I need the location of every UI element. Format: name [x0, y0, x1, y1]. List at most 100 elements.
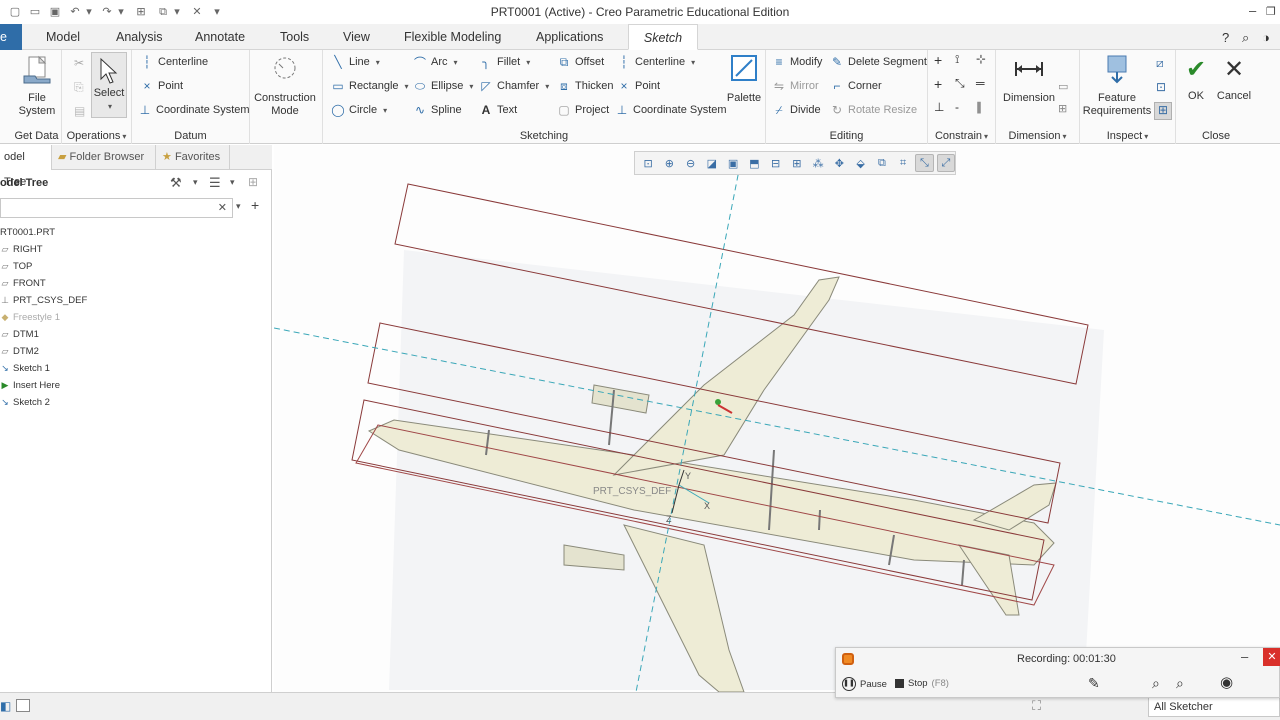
sketch-centerline-dropdown-icon[interactable]: ▾	[691, 58, 695, 67]
symmetric-constraint-icon[interactable]: -	[955, 100, 959, 114]
modify-button[interactable]: ≡ Modify	[772, 52, 822, 72]
arc-dropdown-icon[interactable]: ▾	[454, 58, 458, 67]
sketcher-display-filters-icon[interactable]: ⌗	[894, 154, 912, 172]
reference-dimension-icon[interactable]: ⊞	[1058, 102, 1067, 115]
datum-display-filters-icon[interactable]: ⁂	[809, 154, 827, 172]
operations-group-label[interactable]: Operations ▾	[62, 130, 131, 142]
pause-button[interactable]: ❚❚ Pause	[842, 677, 887, 691]
chamfer-dropdown-icon[interactable]: ▾	[545, 82, 549, 91]
divide-button[interactable]: ⌿ Divide	[772, 100, 820, 120]
tab-favorites[interactable]: ★ Favorites	[158, 145, 230, 170]
tree-item-insert-here[interactable]: ▶ Insert Here	[0, 377, 60, 394]
tab-model[interactable]: Model	[42, 24, 84, 50]
tree-item-right[interactable]: ▱ RIGHT	[0, 241, 43, 258]
delete-segment-button[interactable]: ✎ Delete Segment	[830, 52, 927, 72]
ellipse-button[interactable]: ⬭ Ellipse ▾	[413, 76, 474, 96]
line-dropdown-icon[interactable]: ▾	[376, 58, 380, 67]
tab-folder-browser[interactable]: ▰ Folder Browser	[54, 145, 156, 170]
user-icon[interactable]: ◑	[1262, 30, 1270, 45]
tree-search-input[interactable]: ✕	[0, 198, 233, 218]
fillet-button[interactable]: ╮ Fillet ▾	[479, 52, 530, 72]
chamfer-button[interactable]: ◸ Chamfer ▾	[479, 76, 549, 96]
tree-columns-dropdown-icon[interactable]: ▾	[230, 177, 235, 188]
parallel-constraint-icon[interactable]: ∥	[976, 100, 982, 114]
sketch-view-icon[interactable]: ⧉	[873, 154, 891, 172]
horizontal-constraint-icon[interactable]: +	[934, 76, 942, 92]
minimize-icon[interactable]: –	[1249, 3, 1256, 18]
inspect-group-label[interactable]: Inspect ▾	[1080, 130, 1175, 142]
cut-icon[interactable]: ✂	[74, 56, 84, 70]
tree-item-dtm1[interactable]: ▱ DTM1	[0, 326, 39, 343]
zoom-in-icon[interactable]: ⊕	[660, 154, 678, 172]
zoom-tool-icon[interactable]: ⌕	[1152, 675, 1160, 692]
line-button[interactable]: ╲ Line ▾	[331, 52, 380, 72]
tree-columns-icon[interactable]: ☰	[209, 175, 221, 191]
show-constraints-icon[interactable]: ⤡	[915, 154, 934, 172]
camera-icon[interactable]: ◉	[1220, 673, 1233, 691]
show-dimensions-icon[interactable]: ⤢	[936, 154, 956, 172]
tree-item-sketch-2[interactable]: ↘ Sketch 2	[0, 394, 50, 411]
dimension-group-label[interactable]: Dimension ▾	[996, 130, 1079, 142]
tab-view[interactable]: View	[339, 24, 374, 50]
construction-mode-button[interactable]: Construction Mode	[252, 54, 318, 118]
add-search-icon[interactable]: +	[251, 197, 259, 213]
rectangle-dropdown-icon[interactable]: ▾	[405, 82, 409, 91]
full-screen-icon[interactable]	[16, 699, 30, 712]
offset-button[interactable]: ⧉ Offset	[557, 52, 604, 72]
highlight-open-ends-icon[interactable]: ⊡	[1156, 80, 1166, 94]
arc-button[interactable]: ⌒ Arc ▾	[413, 52, 458, 72]
sketch-point-button[interactable]: × Point	[617, 76, 660, 96]
tab-tools[interactable]: Tools	[276, 24, 313, 50]
circle-dropdown-icon[interactable]: ▾	[383, 106, 387, 115]
tree-item-front[interactable]: ▱ FRONT	[0, 275, 46, 292]
paste-icon[interactable]: ▤	[74, 104, 85, 118]
mirror-button[interactable]: ⇋ Mirror	[772, 76, 819, 96]
coincident-constraint-icon[interactable]: ⤡	[955, 76, 965, 91]
tab-sketch[interactable]: Sketch	[628, 24, 698, 50]
feature-requirements-button[interactable]: Feature Requirements	[1082, 54, 1152, 118]
perimeter-icon[interactable]: ▭	[1058, 80, 1068, 93]
display-style-icon[interactable]: ▣	[724, 154, 742, 172]
circle-button[interactable]: ◯ Circle ▾	[331, 100, 387, 120]
thicken-button[interactable]: ⧈ Thicken	[557, 76, 613, 96]
search-dropdown-icon[interactable]: ▾	[236, 201, 241, 212]
text-button[interactable]: A Text	[479, 100, 518, 120]
copy-icon[interactable]: ⎘	[74, 80, 84, 95]
zoom-out-icon[interactable]: ⊖	[682, 154, 700, 172]
pen-tool-icon[interactable]: ✎	[1088, 675, 1100, 692]
tree-filter-icon[interactable]: ⊞	[248, 175, 258, 189]
perspective-view-icon[interactable]: ⊞	[788, 154, 806, 172]
tree-settings-dropdown-icon[interactable]: ▾	[193, 177, 198, 188]
tree-item-sketch-1[interactable]: ↘ Sketch 1	[0, 360, 50, 377]
rotate-resize-button[interactable]: ↻ Rotate Resize	[830, 100, 917, 120]
equal-constraint-icon[interactable]: ═	[976, 76, 985, 90]
tree-item-freestyle[interactable]: ◆ Freestyle 1	[0, 309, 60, 326]
sketch-coordinate-system-button[interactable]: ⊥ Coordinate System	[615, 100, 727, 120]
spin-center-icon[interactable]: ✥	[830, 154, 848, 172]
project-button[interactable]: ▢ Project	[557, 100, 609, 120]
ellipse-dropdown-icon[interactable]: ▾	[469, 82, 473, 91]
spline-button[interactable]: ∿ Spline	[413, 100, 462, 120]
fillet-dropdown-icon[interactable]: ▾	[526, 58, 530, 67]
tree-item-top[interactable]: ▱ TOP	[0, 258, 33, 275]
tab-file[interactable]: e	[0, 24, 22, 50]
help-icon[interactable]: ?	[1222, 30, 1229, 45]
ok-button[interactable]: ✔ OK	[1178, 56, 1214, 103]
tab-flexible-modeling[interactable]: Flexible Modeling	[400, 24, 505, 50]
constrain-group-label[interactable]: Constrain ▾	[928, 130, 995, 142]
corner-button[interactable]: ⌐ Corner	[830, 76, 881, 96]
view-manager-icon[interactable]: ⊟	[767, 154, 785, 172]
tab-analysis[interactable]: Analysis	[112, 24, 167, 50]
tab-applications[interactable]: Applications	[532, 24, 607, 50]
tab-annotate[interactable]: Annotate	[191, 24, 249, 50]
sketch-canvas[interactable]: PRT_CSYS_DEF Y Z X	[274, 145, 1280, 692]
tree-item-csys[interactable]: ⊥ PRT_CSYS_DEF	[0, 292, 87, 309]
palette-button[interactable]: Palette	[723, 54, 765, 105]
tab-model-tree[interactable]: odel Tree	[0, 145, 52, 188]
overlapping-geometry-icon[interactable]: ⧄	[1156, 56, 1164, 71]
refit-icon[interactable]: ⊡	[639, 154, 657, 172]
tree-item-part[interactable]: RT0001.PRT	[0, 224, 55, 241]
restore-icon[interactable]: ❐	[1266, 5, 1276, 18]
vertical-constraint-icon[interactable]: +	[934, 52, 942, 68]
get-data-group-label[interactable]: Get Data	[12, 130, 61, 142]
